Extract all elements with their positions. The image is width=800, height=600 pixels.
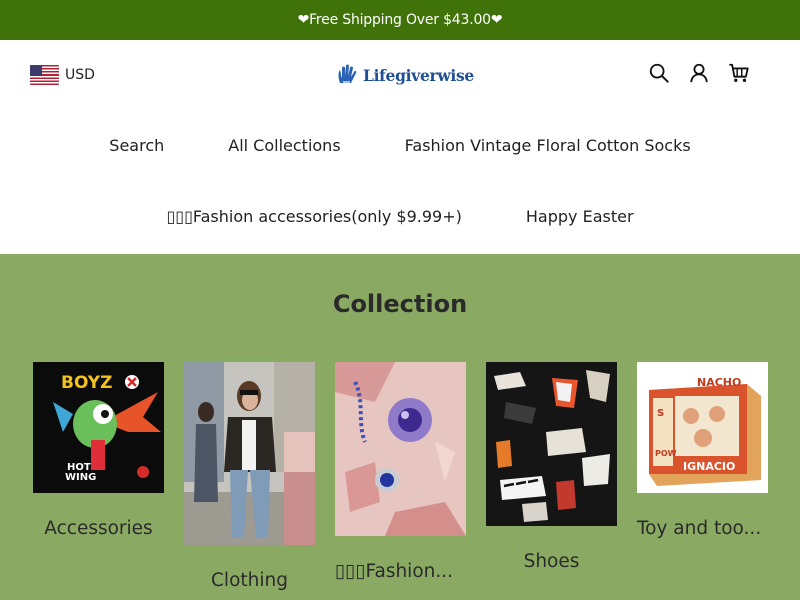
- svg-text:POW: POW: [655, 449, 677, 458]
- nav-link-vintage-socks[interactable]: Fashion Vintage Floral Cotton Socks: [405, 136, 691, 155]
- collection-image-shoes: [486, 362, 617, 526]
- collection-label: ▯▯▯Fashion...: [335, 561, 454, 582]
- svg-text:S: S: [657, 408, 664, 419]
- nav-link-happy-easter[interactable]: Happy Easter: [526, 207, 634, 226]
- collection-section: Collection BOYZ HOT WING Accessories Clo…: [0, 254, 800, 600]
- search-icon[interactable]: [648, 62, 670, 84]
- svg-text:WING: WING: [65, 472, 96, 483]
- collection-image-toys: NACHO S POW IGNACIO: [637, 362, 768, 493]
- collection-label: Clothing: [211, 570, 288, 591]
- main-nav-row-1: Search All Collections Fashion Vintage F…: [0, 136, 800, 155]
- collection-label: Toy and too...: [637, 518, 762, 539]
- svg-text:BOYZ: BOYZ: [61, 373, 112, 393]
- nav-link-search[interactable]: Search: [109, 136, 164, 155]
- account-icon[interactable]: [688, 62, 710, 84]
- collection-image-accessories: BOYZ HOT WING: [33, 362, 164, 493]
- announcement-bar: ❤Free Shipping Over $43.00❤: [0, 0, 800, 40]
- svg-text:NACHO: NACHO: [697, 376, 741, 389]
- collection-image-clothing: [184, 362, 315, 545]
- svg-text:IGNACIO: IGNACIO: [683, 460, 735, 473]
- collection-title: Collection: [332, 290, 468, 318]
- logo-text: Lifegiverwise: [363, 65, 474, 85]
- announcement-text: ❤Free Shipping Over $43.00❤: [297, 12, 503, 28]
- cart-icon[interactable]: [728, 62, 750, 84]
- us-flag-icon: [30, 65, 59, 85]
- nav-link-fashion-accessories[interactable]: ▯▯▯Fashion accessories(only $9.99+): [166, 207, 461, 226]
- site-header: USD Lifegiverwise Search All Collections…: [0, 40, 800, 254]
- nav-link-all-collections[interactable]: All Collections: [228, 136, 340, 155]
- collection-label: Shoes: [523, 551, 580, 572]
- logo-hand-icon: [338, 64, 357, 83]
- main-nav-row-2: ▯▯▯Fashion accessories(only $9.99+) Happ…: [0, 207, 800, 226]
- currency-selector[interactable]: USD: [30, 64, 95, 86]
- collection-image-fashion-accessories: [335, 362, 466, 536]
- collection-label: Accessories: [44, 518, 153, 539]
- site-logo[interactable]: Lifegiverwise: [335, 62, 474, 88]
- currency-label: USD: [65, 67, 95, 83]
